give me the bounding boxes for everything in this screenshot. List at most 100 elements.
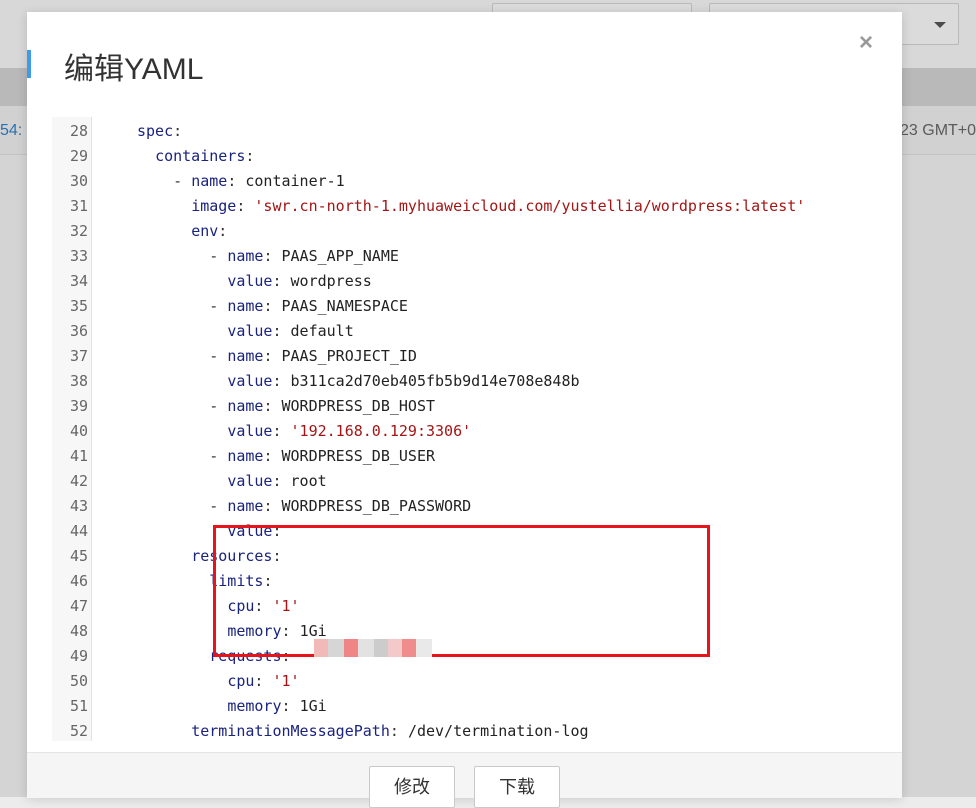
yaml-key: memory: [227, 697, 282, 715]
highlight-annotation-box: [213, 525, 710, 657]
yaml-value: b311ca2d70eb405fb5b9d14e708e848b: [290, 372, 580, 390]
line-number: 52: [69, 722, 88, 740]
edit-yaml-dialog: 编辑YAML × 28 spec: 29 containers: 30 - name:…: [27, 12, 902, 808]
yaml-value: container-1: [245, 172, 345, 190]
dialog-title: 编辑YAML: [64, 53, 204, 86]
code-text: - name: PAAS_NAMESPACE: [137, 294, 408, 319]
code-text: value: '192.168.0.129:3306': [137, 419, 471, 444]
indent: -: [137, 497, 228, 515]
indent: -: [137, 172, 192, 190]
yaml-separator: :: [263, 347, 282, 365]
code-line: 51 memory: 1Gi: [52, 694, 878, 719]
code-line: 38 value: b311ca2d70eb405fb5b9d14e708e84…: [52, 369, 878, 394]
yaml-separator: :: [272, 472, 291, 490]
yaml-key: name: [227, 247, 264, 265]
yaml-key: value: [227, 472, 273, 490]
line-number: 50: [69, 672, 88, 690]
yaml-value: WORDPRESS_DB_HOST: [281, 397, 436, 415]
yaml-key: value: [227, 272, 273, 290]
code-text: containers:: [137, 144, 254, 169]
line-number: 43: [69, 497, 88, 515]
code-line: 31 image: 'swr.cn-north-1.myhuaweicloud.…: [52, 194, 878, 219]
line-number: 49: [69, 647, 88, 665]
yaml-key: name: [227, 297, 264, 315]
yaml-key: terminationMessagePath: [191, 722, 390, 740]
yaml-value: '192.168.0.129:3306': [290, 422, 472, 440]
line-number: 38: [69, 372, 88, 390]
code-text: value: default: [137, 319, 353, 344]
yaml-value: WORDPRESS_DB_USER: [281, 447, 436, 465]
line-number: 34: [69, 272, 88, 290]
modify-button[interactable]: 修改: [369, 766, 455, 808]
code-text: env:: [137, 219, 227, 244]
line-number: 39: [69, 397, 88, 415]
code-line: 30 - name: container-1: [52, 169, 878, 194]
code-line: 42 value: root: [52, 469, 878, 494]
yaml-value: PAAS_APP_NAME: [281, 247, 399, 265]
close-icon[interactable]: ×: [853, 30, 879, 56]
code-text: memory: 1Gi: [137, 694, 327, 719]
code-line: 33 - name: PAAS_APP_NAME: [52, 244, 878, 269]
yaml-value: 1Gi: [299, 697, 327, 715]
yaml-separator: :: [218, 222, 228, 240]
yaml-separator: :: [272, 322, 291, 340]
code-text: value: wordpress: [137, 269, 372, 294]
yaml-separator: :: [281, 697, 300, 715]
code-text: terminationMessagePath: /dev/termination…: [137, 719, 589, 741]
yaml-key: spec: [137, 122, 174, 140]
line-number: 28: [69, 122, 88, 140]
yaml-value: WORDPRESS_DB_PASSWORD: [281, 497, 472, 515]
yaml-key: name: [227, 447, 264, 465]
code-line: 34 value: wordpress: [52, 269, 878, 294]
yaml-separator: :: [236, 197, 255, 215]
yaml-separator: :: [389, 722, 408, 740]
code-line: 28 spec:: [52, 119, 878, 144]
yaml-separator: :: [254, 672, 273, 690]
yaml-value: PAAS_NAMESPACE: [281, 297, 408, 315]
yaml-separator: :: [227, 172, 246, 190]
line-number: 47: [69, 597, 88, 615]
yaml-key: image: [191, 197, 237, 215]
yaml-separator: :: [245, 147, 255, 165]
line-number: 30: [69, 172, 88, 190]
line-number: 45: [69, 547, 88, 565]
yaml-key: name: [227, 397, 264, 415]
code-text: - name: container-1: [137, 169, 345, 194]
yaml-separator: :: [263, 247, 282, 265]
yaml-key: containers: [155, 147, 246, 165]
yaml-editor[interactable]: 28 spec: 29 containers: 30 - name: containe…: [52, 117, 878, 741]
indent: -: [137, 397, 228, 415]
code-line: 41 - name: WORDPRESS_DB_USER: [52, 444, 878, 469]
yaml-value: /dev/termination-log: [407, 722, 589, 740]
line-number: 36: [69, 322, 88, 340]
yaml-separator: :: [263, 447, 282, 465]
line-number: 31: [69, 197, 88, 215]
title-accent-bar: [27, 50, 31, 78]
code-line: 39 - name: WORDPRESS_DB_HOST: [52, 394, 878, 419]
yaml-value: '1': [272, 672, 300, 690]
yaml-key: name: [227, 347, 264, 365]
line-number: 44: [69, 522, 88, 540]
code-line: 35 - name: PAAS_NAMESPACE: [52, 294, 878, 319]
yaml-key: value: [227, 372, 273, 390]
line-number: 41: [69, 447, 88, 465]
line-number: 51: [69, 697, 88, 715]
code-text: value: root: [137, 469, 326, 494]
code-text: - name: PAAS_APP_NAME: [137, 244, 399, 269]
download-button[interactable]: 下载: [474, 766, 560, 808]
indent: -: [137, 447, 228, 465]
code-line: 50 cpu: '1': [52, 669, 878, 694]
code-line: 43 - name: WORDPRESS_DB_PASSWORD: [52, 494, 878, 519]
code-text: value: b311ca2d70eb405fb5b9d14e708e848b: [137, 369, 580, 394]
